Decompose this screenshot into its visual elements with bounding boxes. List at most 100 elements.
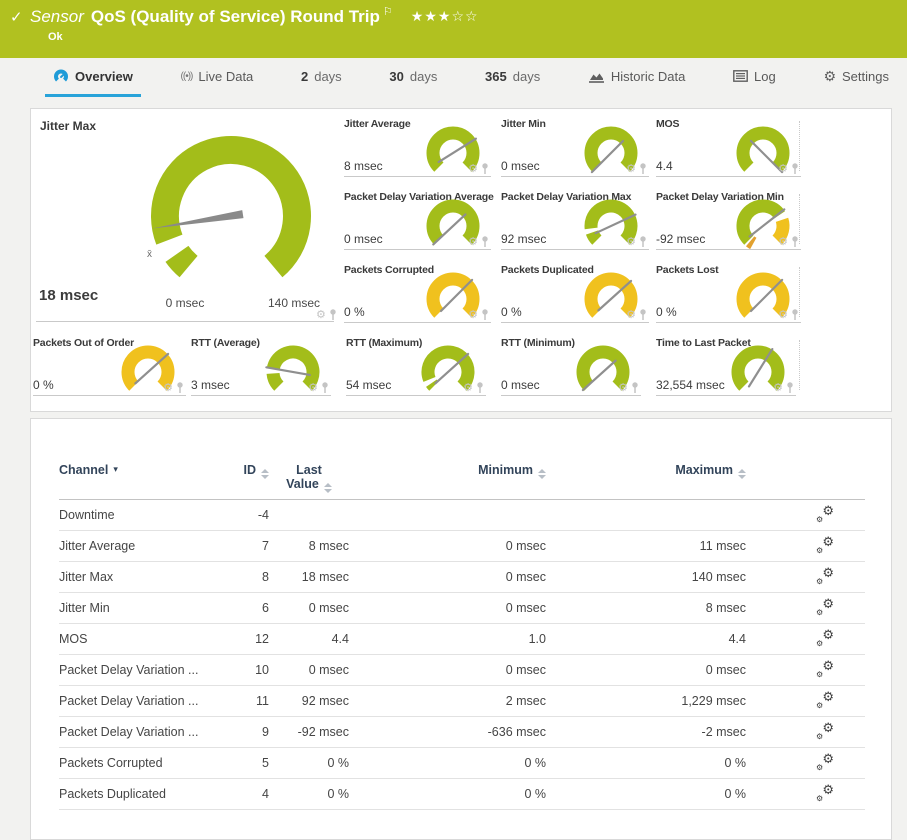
channel-row[interactable]: Downtime-4⚙⚙ (59, 500, 865, 531)
gear-icon[interactable]: ⚙ (468, 164, 478, 174)
tab-365-days[interactable]: 365days (477, 58, 548, 97)
channel-row[interactable]: Packets Duplicated40 %0 %0 %⚙⚙ (59, 779, 865, 810)
dotted-separator (799, 267, 800, 317)
sensor-status: Ok (48, 31, 63, 43)
gauge-value: 0 msec (501, 159, 540, 173)
minimum-cell: 1.0 (349, 624, 546, 655)
channel-settings-gears-icon[interactable]: ⚙⚙ (816, 723, 834, 739)
channel-name-cell: Packets Corrupted (59, 748, 224, 779)
channel-name-cell: Packet Delay Variation ... (59, 686, 224, 717)
gauge-cell-actions: ⚙ (778, 236, 799, 247)
gauge-cell-actions: ⚙ (468, 163, 489, 174)
pin-icon[interactable] (639, 163, 647, 174)
channel-name-cell: Jitter Average (59, 531, 224, 562)
tab-2-days[interactable]: 2days (293, 58, 350, 97)
gear-icon[interactable]: ⚙ (778, 237, 788, 247)
gauge-icon (53, 68, 69, 84)
channel-row[interactable]: Packets Corrupted50 %0 %0 %⚙⚙ (59, 748, 865, 779)
channel-row[interactable]: Packet Delay Variation ...9-92 msec-636 … (59, 717, 865, 748)
pin-icon[interactable] (639, 236, 647, 247)
gear-icon[interactable]: ⚙ (778, 164, 788, 174)
channel-row[interactable]: MOS124.41.04.4⚙⚙ (59, 624, 865, 655)
channel-row[interactable]: Packet Delay Variation ...100 msec0 msec… (59, 655, 865, 686)
channel-settings-gears-icon[interactable]: ⚙⚙ (816, 599, 834, 615)
column-header-id[interactable]: ID (224, 419, 269, 500)
pin-icon[interactable] (631, 382, 639, 393)
channel-row[interactable]: Jitter Average78 msec0 msec11 msec⚙⚙ (59, 531, 865, 562)
id-cell: 6 (224, 593, 269, 624)
star-icon[interactable]: ☆ (465, 8, 479, 24)
gauge-label: Packets Lost (656, 264, 718, 276)
gauge-cell: Time to Last Packet32,554 msec⚙ (656, 337, 796, 396)
column-header-maximum[interactable]: Maximum (546, 419, 746, 500)
pin-icon[interactable] (329, 309, 337, 320)
gear-icon[interactable]: ⚙ (626, 164, 636, 174)
channel-settings-gears-icon[interactable]: ⚙⚙ (816, 537, 834, 553)
channel-row[interactable]: Packet Delay Variation ...1192 msec2 mse… (59, 686, 865, 717)
maximum-cell: 0 % (546, 779, 746, 810)
pin-icon[interactable] (791, 163, 799, 174)
channels-table: Channel▾IDLastValueMinimumMaximum Downti… (59, 419, 865, 810)
gauge-value: 3 msec (191, 378, 230, 392)
channel-name-cell: Packet Delay Variation ... (59, 655, 224, 686)
pin-icon[interactable] (791, 236, 799, 247)
star-icon[interactable]: ☆ (451, 8, 465, 24)
pin-icon[interactable] (791, 309, 799, 320)
tab-historic-data[interactable]: Historic Data (580, 58, 693, 97)
gear-icon: ⚙ (823, 68, 836, 85)
maximum-cell: 4.4 (546, 624, 746, 655)
gauge-cell-actions: ⚙ (773, 382, 794, 393)
channel-settings-gears-icon[interactable]: ⚙⚙ (816, 754, 834, 770)
star-icon[interactable]: ★ (424, 8, 438, 24)
tab-log[interactable]: Log (725, 58, 784, 97)
gear-icon[interactable]: ⚙ (778, 310, 788, 320)
gauge-cell: Packet Delay Variation Min-92 msec⚙ (656, 191, 801, 250)
gear-icon[interactable]: ⚙ (468, 237, 478, 247)
pin-icon[interactable] (481, 236, 489, 247)
channel-settings-gears-icon[interactable]: ⚙⚙ (816, 630, 834, 646)
pin-icon[interactable] (481, 309, 489, 320)
pin-icon[interactable] (639, 309, 647, 320)
star-rating[interactable]: ★★★☆☆ (411, 8, 479, 24)
tab-30-days[interactable]: 30days (381, 58, 445, 97)
gear-icon[interactable]: ⚙ (626, 310, 636, 320)
channel-settings-gears-icon[interactable]: ⚙⚙ (816, 568, 834, 584)
gear-icon[interactable]: ⚙ (308, 383, 318, 393)
gear-icon[interactable]: ⚙ (463, 383, 473, 393)
column-header-channel[interactable]: Channel▾ (59, 419, 224, 500)
channel-row[interactable]: Jitter Min60 msec0 msec8 msec⚙⚙ (59, 593, 865, 624)
channel-settings-gears-icon[interactable]: ⚙⚙ (816, 692, 834, 708)
gear-icon[interactable]: ⚙ (316, 308, 326, 321)
tab-overview[interactable]: Overview (45, 58, 141, 97)
channel-name-cell: Jitter Min (59, 593, 224, 624)
channel-settings-gears-icon[interactable]: ⚙⚙ (816, 785, 834, 801)
tab-live-data[interactable]: ((•))Live Data (173, 58, 262, 97)
gear-icon[interactable]: ⚙ (163, 383, 173, 393)
gear-icon[interactable]: ⚙ (468, 310, 478, 320)
gear-icon[interactable]: ⚙ (618, 383, 628, 393)
gauge-label: Jitter Max (40, 119, 96, 133)
gauge-cell-actions: ⚙ (463, 382, 484, 393)
gauge-cell-actions: ⚙ (778, 163, 799, 174)
channel-table-panel: Channel▾IDLastValueMinimumMaximum Downti… (30, 418, 892, 840)
channel-row[interactable]: Jitter Max818 msec0 msec140 msec⚙⚙ (59, 562, 865, 593)
gauge-value: 0 % (344, 305, 365, 319)
tab-label: Overview (75, 69, 133, 84)
gauge-value: 0 msec (344, 232, 383, 246)
star-icon[interactable]: ★ (438, 8, 452, 24)
flag-icon[interactable]: ⚐ (383, 6, 393, 18)
pin-icon[interactable] (476, 382, 484, 393)
pin-icon[interactable] (786, 382, 794, 393)
column-header-minimum[interactable]: Minimum (349, 419, 546, 500)
pin-icon[interactable] (176, 382, 184, 393)
channel-name-cell: Packet Delay Variation ... (59, 717, 224, 748)
pin-icon[interactable] (321, 382, 329, 393)
pin-icon[interactable] (481, 163, 489, 174)
tab-settings[interactable]: ⚙Settings (815, 58, 897, 97)
gear-icon[interactable]: ⚙ (626, 237, 636, 247)
column-header-last-value[interactable]: LastValue (269, 419, 349, 500)
gear-icon[interactable]: ⚙ (773, 383, 783, 393)
channel-settings-gears-icon[interactable]: ⚙⚙ (816, 661, 834, 677)
channel-settings-gears-icon[interactable]: ⚙⚙ (816, 506, 834, 522)
star-icon[interactable]: ★ (411, 8, 425, 24)
